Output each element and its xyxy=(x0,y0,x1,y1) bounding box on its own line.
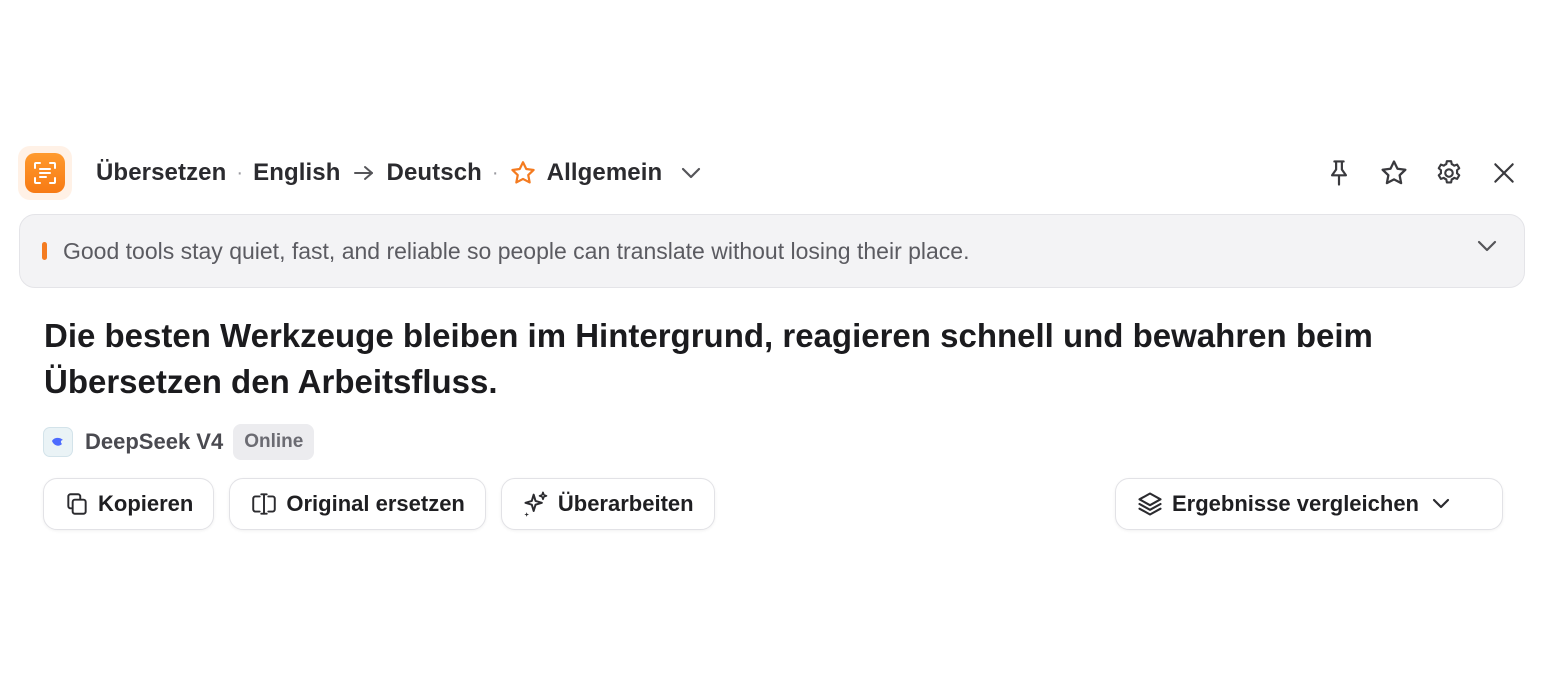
arrow-right-icon xyxy=(353,164,375,182)
compare-results-button[interactable]: Ergebnisse vergleichen xyxy=(1115,478,1503,530)
mode-label: Übersetzen xyxy=(96,159,227,186)
rework-button[interactable]: Überarbeiten xyxy=(500,478,715,530)
gear-icon[interactable] xyxy=(1433,157,1465,189)
header-actions xyxy=(1323,146,1520,200)
replace-original-label: Original ersetzen xyxy=(286,491,465,516)
favorite-star-icon[interactable] xyxy=(1378,157,1410,189)
source-language[interactable]: English xyxy=(253,159,340,187)
action-buttons: Kopieren Original ersetzen Überarbeiten xyxy=(43,478,715,530)
text-cursor-icon xyxy=(250,491,278,517)
rework-label: Überarbeiten xyxy=(557,491,694,516)
target-language[interactable]: Deutsch xyxy=(387,159,482,187)
status-badge: Online xyxy=(233,424,315,460)
translation-result: Die besten Werkzeuge bleiben im Hintergr… xyxy=(44,317,1373,400)
separator-dot: · xyxy=(236,161,244,184)
header: Übersetzen · English Deutsch · Allgemein xyxy=(18,146,1528,200)
translation-panel: Übersetzen · English Deutsch · Allgemein xyxy=(0,0,1545,693)
star-icon xyxy=(509,159,537,187)
source-accent-marker xyxy=(42,242,47,260)
replace-original-button[interactable]: Original ersetzen xyxy=(229,478,486,530)
source-text-bar[interactable]: Good tools stay quiet, fast, and reliabl… xyxy=(19,214,1525,288)
pin-icon[interactable] xyxy=(1323,157,1355,189)
chevron-down-icon xyxy=(1431,497,1451,511)
close-icon[interactable] xyxy=(1488,157,1520,189)
copy-label: Kopieren xyxy=(98,491,194,516)
copy-button[interactable]: Kopieren xyxy=(43,478,215,530)
style-label[interactable]: Allgemein xyxy=(547,159,663,187)
expand-chevron-icon[interactable] xyxy=(1476,239,1498,258)
separator-dot: · xyxy=(491,161,499,184)
copy-icon xyxy=(64,491,90,517)
translate-app-icon xyxy=(25,153,65,193)
deepseek-logo-icon xyxy=(43,427,73,457)
source-text: Good tools stay quiet, fast, and reliabl… xyxy=(63,237,970,264)
sparkles-icon xyxy=(522,490,550,518)
layers-icon xyxy=(1136,490,1164,518)
breadcrumb: Übersetzen · English Deutsch · Allgemein xyxy=(96,159,702,187)
engine-name: DeepSeek V4 xyxy=(85,429,224,454)
engine-info: DeepSeek V4 Online xyxy=(43,424,315,460)
chevron-down-icon[interactable] xyxy=(680,166,702,180)
app-icon xyxy=(18,146,72,200)
compare-results-label: Ergebnisse vergleichen xyxy=(1172,491,1419,516)
